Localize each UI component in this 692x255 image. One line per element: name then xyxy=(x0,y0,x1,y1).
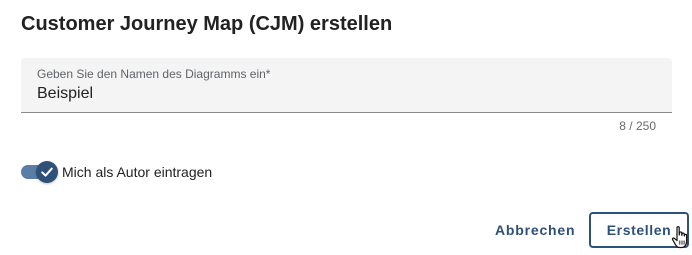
diagram-name-label: Geben Sie den Namen des Diagramms ein* xyxy=(37,67,271,81)
diagram-name-input[interactable] xyxy=(37,85,637,103)
hand-cursor-icon xyxy=(671,226,688,249)
character-counter: 8 / 250 xyxy=(619,119,656,133)
dialog-title: Customer Journey Map (CJM) erstellen xyxy=(21,13,393,35)
check-icon xyxy=(41,167,53,177)
author-toggle[interactable] xyxy=(21,161,58,183)
author-toggle-label: Mich als Autor eintragen xyxy=(62,164,213,180)
create-cjm-dialog: Customer Journey Map (CJM) erstellen Geb… xyxy=(0,0,692,255)
diagram-name-field[interactable]: Geben Sie den Namen des Diagramms ein* xyxy=(21,58,672,113)
author-toggle-row: Mich als Autor eintragen xyxy=(21,160,212,184)
cancel-button[interactable]: Abbrechen xyxy=(487,212,583,248)
toggle-thumb[interactable] xyxy=(36,161,58,183)
